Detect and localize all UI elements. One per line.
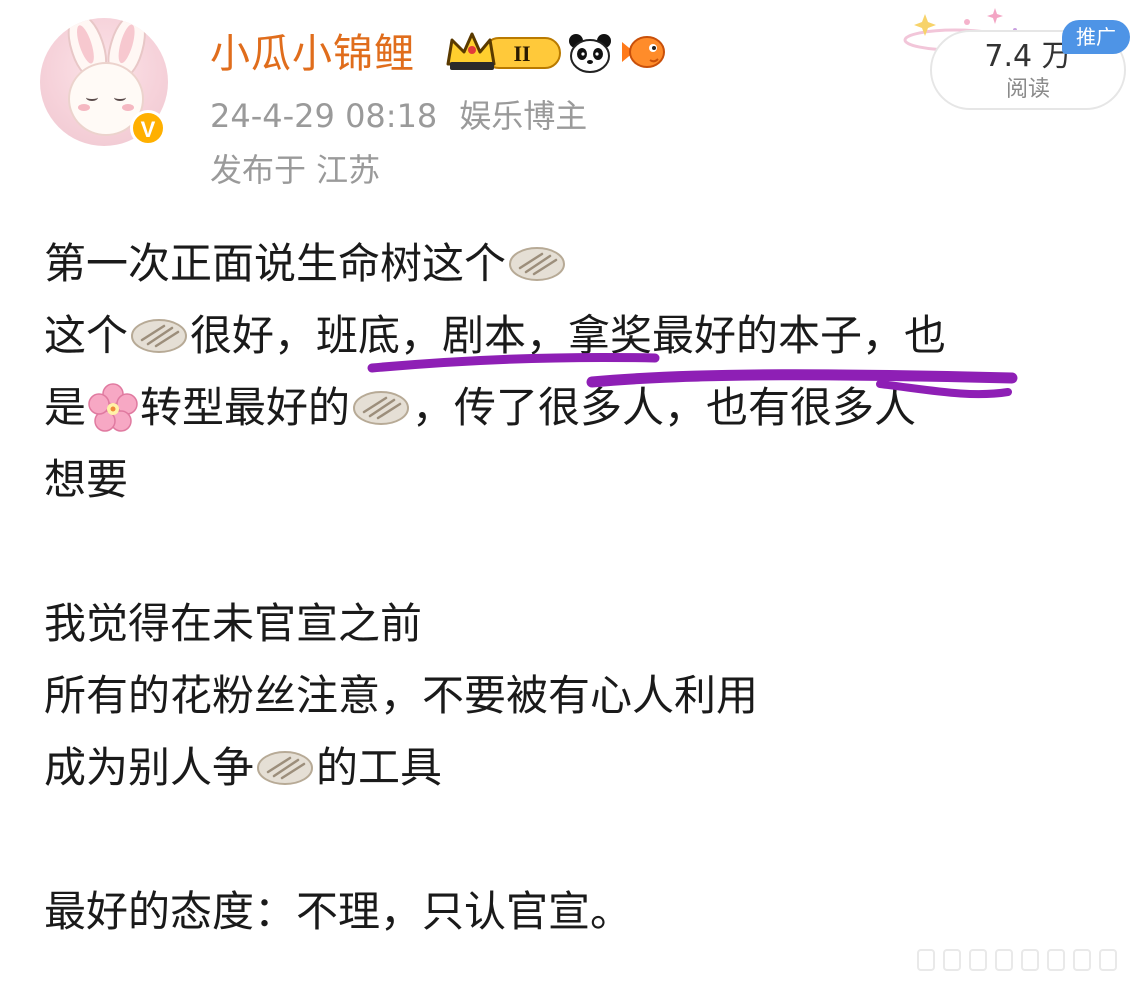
pancake-emoji-icon: [131, 319, 188, 353]
level-badge-label: II: [513, 41, 530, 66]
post-line: 我觉得在未官宣之前: [44, 588, 1124, 660]
post-line: 最好的态度：不理，只认官宣。: [44, 876, 1124, 948]
post-location: 发布于 江苏: [210, 151, 381, 189]
post-text: 我觉得在未官宣之前: [44, 599, 423, 648]
read-label: 阅读: [1005, 77, 1050, 102]
bunny-cheek: [122, 104, 134, 111]
post-text: 想要: [44, 455, 129, 504]
post-line: 所有的花粉丝注意，不要被有心人利用: [44, 660, 1124, 732]
crown-level-badge-icon[interactable]: II: [444, 28, 562, 76]
promo-tag[interactable]: 推广: [1062, 20, 1130, 54]
bunny-eye: [114, 94, 126, 101]
post-text: 第一次正面说生命树这个: [44, 239, 507, 288]
cherry-blossom-emoji-icon: [88, 383, 138, 432]
watermark-decoration-icon: [917, 949, 1117, 971]
post-line: 这个 很好，班底，剧本，拿奖最好的本子，也: [44, 300, 1124, 372]
pancake-emoji-icon: [257, 751, 314, 785]
pancake-emoji-icon: [353, 391, 410, 425]
post-text: 最好的态度：不理，只认官宣。: [44, 887, 633, 936]
post-text: 转型最好的: [140, 383, 351, 432]
post-meta: 24-4-29 08:18 娱乐博主: [210, 96, 587, 136]
bunny-eye: [86, 94, 98, 101]
verified-badge-icon: V: [130, 110, 166, 146]
post-text: 是: [44, 383, 87, 432]
post-line: 第一次正面说生命树这个: [44, 228, 1124, 300]
koi-fish-icon: [622, 36, 665, 68]
post-text: 很好，班底，剧本，拿奖最好的本子，也: [190, 311, 947, 360]
post-timestamp: 24-4-29 08:18: [210, 97, 438, 135]
post-text: 成为别人争: [44, 743, 255, 792]
weibo-post-screenshot: V 小瓜小锦鲤 II 24-4-29 08:18 娱乐博主 发布于 江苏 7.4…: [0, 0, 1144, 992]
author-avatar-wrap[interactable]: V: [40, 10, 170, 150]
post-line: 是 转型最好的 ，传了很多人，也有很多人: [44, 372, 1124, 444]
author-role: 娱乐博主: [459, 97, 588, 135]
post-text: ，传了很多人，也有很多人: [412, 383, 917, 432]
bunny-cheek: [78, 104, 90, 111]
post-text: 的工具: [316, 743, 443, 792]
post-text: 所有的花粉丝注意，不要被有心人利用: [44, 671, 759, 720]
author-name[interactable]: 小瓜小锦鲤: [210, 30, 415, 78]
post-body: 第一次正面说生命树这个 这个 很好，班底，剧本，拿奖最好的本子，也 是 转型最好…: [44, 228, 1124, 948]
post-line: 想要: [44, 444, 1124, 516]
pancake-emoji-icon: [509, 247, 566, 281]
post-text: 这个: [44, 311, 129, 360]
panda-icon: [569, 34, 611, 73]
post-line: 成为别人争 的工具: [44, 732, 1124, 804]
